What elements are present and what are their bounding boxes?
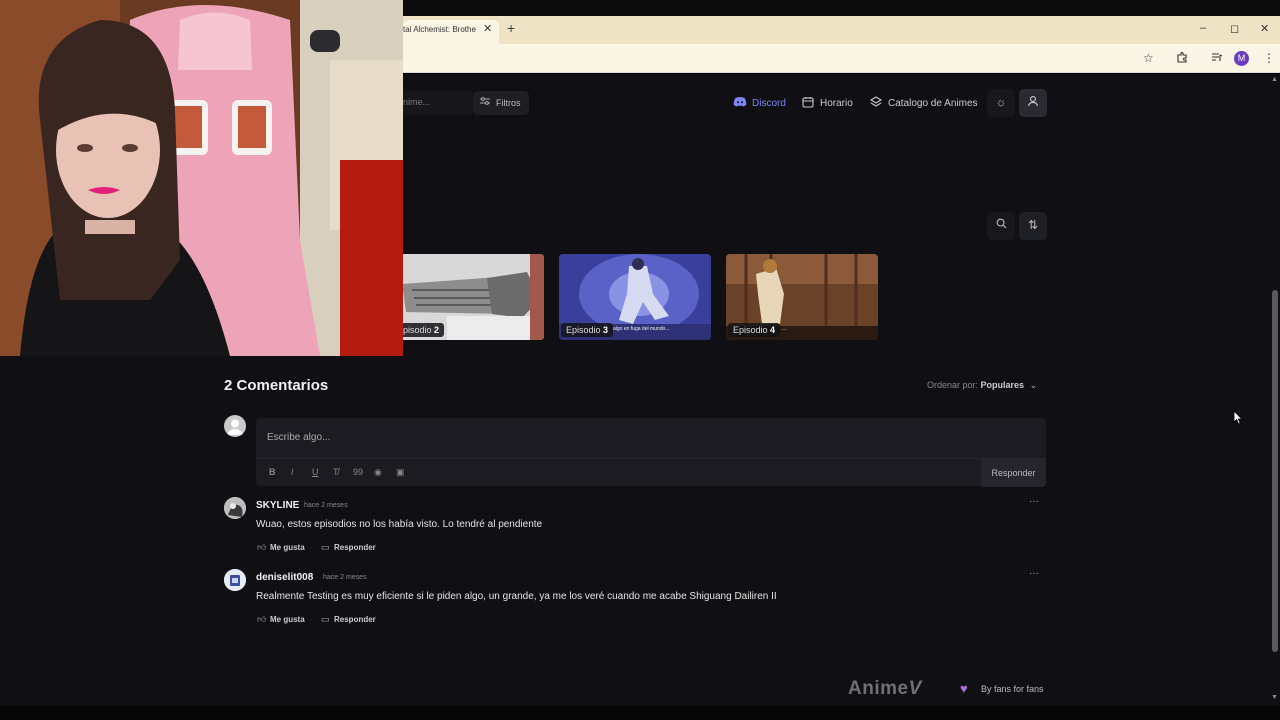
episode-4-badge: Episodio 4: [728, 323, 781, 337]
footer-tagline: By fans for fans: [981, 684, 1044, 694]
site-logo[interactable]: AnimeV: [848, 678, 922, 700]
comment-1-more-icon[interactable]: ···: [1029, 496, 1039, 507]
comment-2-text: Realmente Testing es muy eficiente si le…: [256, 591, 777, 602]
calendar-icon: [802, 96, 814, 111]
nav-schedule[interactable]: Horario: [802, 96, 854, 112]
sun-icon: ☼: [995, 95, 1007, 109]
comments-title: 2 Comentarios: [224, 377, 329, 394]
comment-2-time: hace 2 meses: [323, 574, 367, 581]
browser-menu-icon[interactable]: ⋮: [1263, 51, 1275, 65]
site-logo-text: Anime: [848, 678, 909, 699]
chat-bubble-icon: ▭: [321, 614, 330, 624]
current-user-avatar: [224, 415, 246, 437]
bold-icon[interactable]: B: [269, 467, 276, 477]
comment-1-like-button[interactable]: 👍︎ Me gusta: [257, 542, 317, 554]
episode-3-subtitle: algo en fuga del mundo...: [613, 326, 670, 332]
image-icon[interactable]: ▣: [396, 467, 405, 478]
mouse-cursor-icon: [1233, 410, 1243, 425]
episode-card-4[interactable]: ... Episodio 4: [726, 254, 878, 340]
profile-avatar[interactable]: M: [1234, 51, 1249, 66]
scroll-up-arrow-icon[interactable]: ▲: [1271, 76, 1278, 83]
episode-card-2[interactable]: pisodio 2: [392, 254, 544, 340]
episode-card-3[interactable]: algo en fuga del mundo... Episodio 3: [559, 254, 711, 340]
user-account-button[interactable]: [1019, 89, 1047, 117]
comment-2-reply-label: Responder: [334, 615, 376, 624]
bookmark-star-icon[interactable]: ☆: [1143, 51, 1154, 65]
taskbar-edge: [0, 706, 1280, 720]
comment-2-username[interactable]: deniselit008: [256, 572, 313, 583]
comment-2-more-icon[interactable]: ···: [1029, 568, 1039, 579]
heart-icon: ♥: [960, 681, 968, 696]
quote-icon[interactable]: 99: [353, 467, 363, 477]
theme-toggle-button[interactable]: ☼: [987, 89, 1015, 117]
episode-2-badge: pisodio 2: [398, 323, 445, 337]
extensions-icon[interactable]: [1176, 51, 1188, 66]
thumbs-up-icon: 👍︎: [257, 614, 267, 624]
episode-sort-button[interactable]: ⇅: [1019, 212, 1047, 240]
episode-4-subtitle: ...: [782, 326, 787, 332]
browser-tab[interactable]: tal Alchemist: Brothe ✕: [403, 20, 499, 44]
tab-close-icon[interactable]: ✕: [483, 22, 492, 35]
sliders-icon: [480, 96, 490, 109]
nav-discord-label: Discord: [752, 98, 786, 109]
media-control-icon[interactable]: [1211, 51, 1223, 66]
filters-button[interactable]: Filtros: [473, 91, 529, 115]
comment-1-like-label: Me gusta: [270, 543, 305, 552]
discord-icon: [733, 96, 747, 111]
filters-label: Filtros: [496, 98, 521, 108]
submit-reply-label: Responder: [991, 468, 1036, 478]
close-window-button[interactable]: ✕: [1260, 22, 1269, 35]
nav-catalog[interactable]: Catalogo de Animes: [869, 96, 978, 112]
comment-1-reply-label: Responder: [334, 543, 376, 552]
comment-1-time: hace 2 meses: [304, 502, 348, 509]
nav-catalog-label: Catalogo de Animes: [888, 98, 978, 109]
chevron-down-icon: ⌄: [1029, 380, 1038, 390]
webcam-overlay: [0, 0, 403, 356]
logo-mark-icon: V: [908, 678, 922, 699]
scrollbar-thumb[interactable]: [1272, 290, 1278, 652]
sort-dropdown[interactable]: Ordenar por: Populares ⌄: [927, 380, 1037, 391]
sort-label: Ordenar por:: [927, 380, 979, 390]
episode-3-badge: Episodio 3: [561, 323, 614, 337]
comment-2-avatar[interactable]: [224, 569, 246, 591]
comment-1-avatar[interactable]: [224, 497, 246, 519]
tab-strip: tal Alchemist: Brothe ✕ + – ◻ ✕: [403, 16, 1280, 44]
minimize-button[interactable]: –: [1200, 22, 1206, 34]
comment-editor[interactable]: Escribe algo... B I U T̸ 99 ◉ ▣ Responde…: [256, 418, 1046, 487]
spoiler-eye-icon[interactable]: ◉: [374, 467, 382, 478]
submit-reply-button[interactable]: Responder: [981, 459, 1046, 487]
search-icon: [987, 218, 1015, 232]
italic-icon[interactable]: I: [291, 467, 294, 477]
search-input[interactable]: nime...: [403, 91, 473, 115]
sort-value: Populares: [980, 380, 1025, 390]
chat-bubble-icon: ▭: [321, 542, 330, 552]
nav-discord[interactable]: Discord: [733, 96, 786, 112]
comment-input-placeholder: Escribe algo...: [267, 432, 331, 443]
episode-search-button[interactable]: [987, 212, 1015, 240]
search-placeholder: nime...: [403, 97, 431, 107]
comment-1-text: Wuao, estos episodios no los había visto…: [256, 519, 543, 530]
underline-icon[interactable]: U: [312, 467, 319, 477]
nav-schedule-label: Horario: [820, 98, 853, 109]
restore-button[interactable]: ◻: [1230, 22, 1239, 35]
sort-arrows-icon: ⇅: [1027, 218, 1039, 232]
comment-1-username[interactable]: SKYLINE: [256, 500, 299, 511]
comment-1-reply-button[interactable]: ▭ Responder: [321, 542, 381, 554]
thumbs-up-icon: 👍︎: [257, 542, 267, 552]
comment-2-like-label: Me gusta: [270, 615, 305, 624]
tab-title: tal Alchemist: Brothe: [403, 25, 476, 34]
scroll-down-arrow-icon[interactable]: ▼: [1271, 694, 1278, 701]
new-tab-button[interactable]: +: [507, 20, 515, 36]
user-icon: [1019, 95, 1047, 110]
clear-format-icon[interactable]: T̸: [333, 467, 339, 477]
comment-2-like-button[interactable]: 👍︎ Me gusta: [257, 614, 317, 626]
layers-icon: [869, 96, 883, 111]
comment-2-reply-button[interactable]: ▭ Responder: [321, 614, 381, 626]
webcam-video-feed: [0, 0, 403, 356]
browser-toolbar: ☆ M ⋮: [403, 44, 1280, 73]
screen: tal Alchemist: Brothe ✕ + – ◻ ✕ ☆ M ⋮ ▲ …: [0, 0, 1280, 720]
editor-toolbar: B I U T̸ 99 ◉ ▣ Responder: [256, 458, 1046, 487]
